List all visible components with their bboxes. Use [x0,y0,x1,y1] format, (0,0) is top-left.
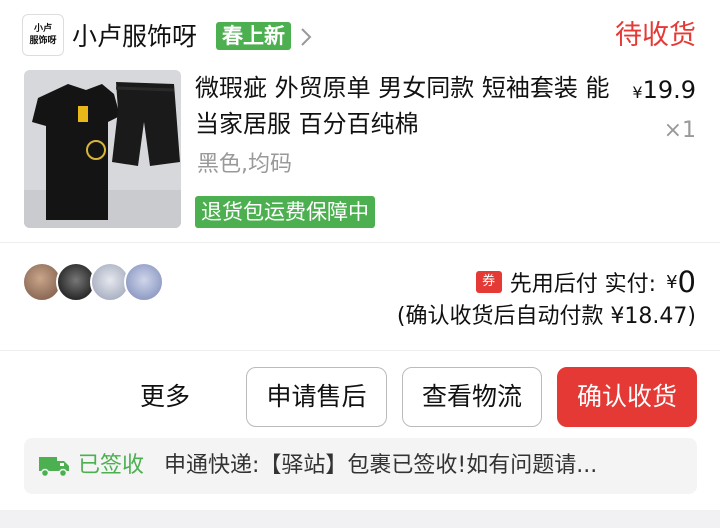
divider [0,242,720,243]
paid-currency: ¥ [666,271,678,293]
paid-amount: 0 [677,265,696,299]
truck-icon [39,457,69,478]
delivery-status: 已签收 [78,453,145,478]
auto-pay-note: (确认收货后自动付款 ¥18.47) [396,304,696,329]
order-status: 待收货 [615,20,696,51]
shop-logo-text-2: 服饰呀 [29,36,57,46]
price-value: 19.9 [642,76,696,104]
pay-later-label: 先用后付 实付: [509,272,657,297]
view-logistics-button[interactable]: 查看物流 [402,367,542,427]
chevron-right-icon[interactable] [298,27,314,47]
product-quantity: ×1 [663,118,696,143]
paid-amount-line: 券 先用后付 实付: ¥ 0 [475,264,696,300]
order-card-header: 小卢 服饰呀 小卢服饰呀 春上新 待收货 [0,0,720,70]
after-sales-button[interactable]: 申请售后 [246,367,387,427]
shop-name[interactable]: 小卢服饰呀 [72,20,197,54]
bottom-separator [0,510,720,528]
product-row[interactable]: 微瑕疵 外贸原单 男女同款 短袖套装 能当家居服 百分百纯棉 黑色,均码 退货包… [0,70,720,240]
confirm-receipt-button[interactable]: 确认收货 [557,367,697,427]
shop-tag-badge: 春上新 [216,22,291,50]
divider [0,350,720,351]
more-button[interactable]: 更多 [140,380,190,414]
price-currency: ¥ [632,83,643,102]
coupon-icon: 券 [475,271,502,293]
shop-logo[interactable]: 小卢 服饰呀 [22,14,64,56]
logistics-summary[interactable]: 已签收 申通快递:【驿站】包裹已签收!如有问题请... [24,438,697,494]
product-thumbnail[interactable] [24,70,181,228]
buyer-avatars [22,262,172,304]
payment-row: 券 先用后付 实付: ¥ 0 (确认收货后自动付款 ¥18.47) [0,244,720,350]
product-price: ¥19.9 [632,74,696,109]
avatar [124,262,164,302]
return-shipping-guarantee-badge: 退货包运费保障中 [195,196,375,228]
logistics-message: 申通快递:【驿站】包裹已签收!如有问题请... [164,453,598,478]
product-title[interactable]: 微瑕疵 外贸原单 男女同款 短袖套装 能当家居服 百分百纯棉 [195,70,615,142]
shop-logo-text-1: 小卢 [33,24,52,34]
order-actions: 更多 申请售后 查看物流 确认收货 [0,352,720,436]
product-spec: 黑色,均码 [197,152,292,177]
